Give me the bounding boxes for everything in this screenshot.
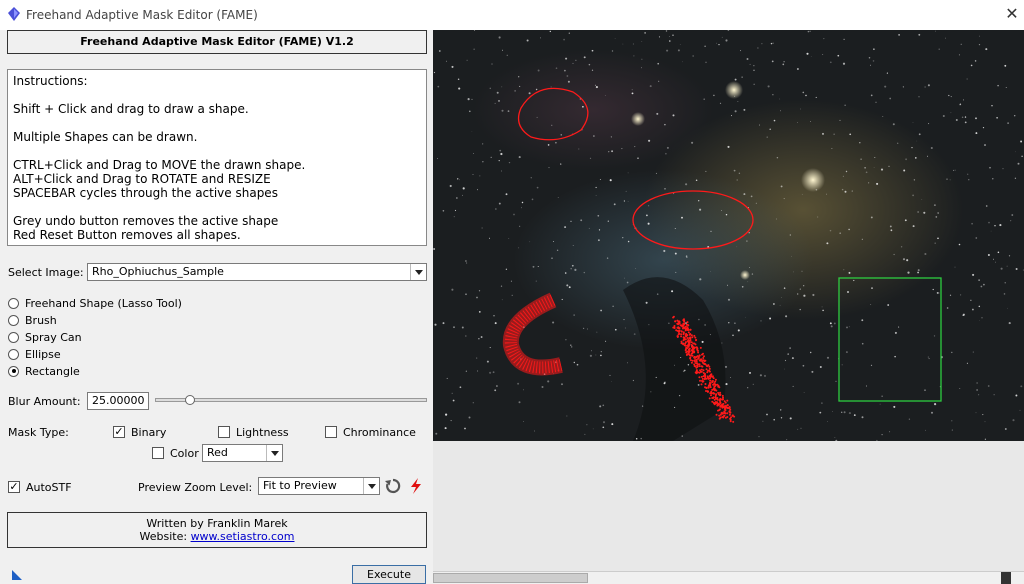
mask-chrominance-checkbox[interactable]: Chrominance bbox=[325, 425, 416, 439]
checkbox-label: AutoSTF bbox=[26, 480, 72, 494]
instructions-line: Grey undo button removes the active shap… bbox=[13, 214, 279, 228]
radio-button[interactable] bbox=[8, 297, 19, 309]
chevron-down-icon[interactable] bbox=[266, 445, 282, 461]
author-text: Written by Franklin Marek bbox=[146, 517, 288, 530]
zoom-level-label: Preview Zoom Level: bbox=[138, 481, 253, 494]
checkbox-label: Chrominance bbox=[343, 425, 416, 439]
bright-star bbox=[801, 168, 825, 192]
autostf-checkbox[interactable]: ✓ AutoSTF bbox=[8, 480, 72, 494]
resize-grip-icon[interactable] bbox=[12, 570, 22, 580]
panel-title: Freehand Adaptive Mask Editor (FAME) V1.… bbox=[7, 30, 427, 54]
blur-slider-track[interactable] bbox=[155, 398, 427, 402]
title-bar: Freehand Adaptive Mask Editor (FAME) ✕ bbox=[0, 0, 1024, 30]
undo-icon[interactable] bbox=[384, 477, 402, 495]
website-link[interactable]: www.setiastro.com bbox=[191, 530, 295, 543]
mask-color-dropdown[interactable]: Red bbox=[202, 444, 283, 462]
tool-ellipse[interactable]: Ellipse bbox=[8, 347, 61, 361]
select-image-value: Rho_Ophiuchus_Sample bbox=[92, 265, 224, 278]
instructions-line: Shift + Click and drag to draw a shape. bbox=[13, 102, 249, 116]
radio-button-selected[interactable] bbox=[8, 365, 19, 377]
blur-amount-label: Blur Amount: bbox=[8, 395, 81, 408]
mask-type-label: Mask Type: bbox=[8, 426, 69, 439]
window-title: Freehand Adaptive Mask Editor (FAME) bbox=[26, 8, 258, 22]
select-image-label: Select Image: bbox=[8, 266, 84, 279]
credits-box: Written by Franklin Marek Website: www.s… bbox=[7, 512, 427, 548]
website-line: Website: www.setiastro.com bbox=[8, 530, 426, 543]
instructions-line: Multiple Shapes can be drawn. bbox=[13, 130, 198, 144]
chevron-down-icon[interactable] bbox=[363, 478, 379, 494]
horizontal-scrollbar[interactable] bbox=[433, 571, 1024, 584]
tool-rectangle[interactable]: Rectangle bbox=[8, 364, 80, 378]
checkbox[interactable] bbox=[218, 426, 230, 438]
bright-star bbox=[740, 270, 750, 280]
tool-label: Ellipse bbox=[25, 347, 61, 361]
scrollbar-end-marker bbox=[1001, 572, 1011, 584]
preview-empty-area bbox=[433, 441, 1024, 571]
app-icon bbox=[8, 7, 20, 21]
radio-button[interactable] bbox=[8, 314, 19, 326]
radio-button[interactable] bbox=[8, 331, 19, 343]
chevron-down-icon[interactable] bbox=[410, 264, 426, 280]
reset-lightning-icon[interactable] bbox=[408, 477, 424, 495]
checkbox-checked[interactable]: ✓ bbox=[113, 426, 125, 438]
checkbox-checked[interactable]: ✓ bbox=[8, 481, 20, 493]
blur-amount-input[interactable]: 25.00000 bbox=[87, 392, 149, 410]
tool-label: Spray Can bbox=[25, 330, 82, 344]
blur-slider-thumb[interactable] bbox=[185, 395, 196, 405]
mask-lightness-checkbox[interactable]: Lightness bbox=[218, 425, 289, 439]
execute-button[interactable]: Execute bbox=[352, 565, 426, 584]
mask-color-value: Red bbox=[207, 446, 228, 459]
tool-brush[interactable]: Brush bbox=[8, 313, 57, 327]
tool-label: Freehand Shape (Lasso Tool) bbox=[25, 296, 182, 310]
close-icon[interactable]: ✕ bbox=[1002, 4, 1022, 24]
preview-canvas[interactable] bbox=[433, 30, 1024, 441]
website-label: Website: bbox=[139, 530, 188, 543]
mask-binary-checkbox[interactable]: ✓ Binary bbox=[113, 425, 166, 439]
instructions-line: ALT+Click and Drag to ROTATE and RESIZE bbox=[13, 172, 271, 186]
zoom-level-dropdown[interactable]: Fit to Preview bbox=[258, 477, 380, 495]
checkbox-label: Lightness bbox=[236, 425, 289, 439]
tool-spray-can[interactable]: Spray Can bbox=[8, 330, 82, 344]
radio-button[interactable] bbox=[8, 348, 19, 360]
zoom-level-value: Fit to Preview bbox=[263, 479, 337, 492]
tool-freehand[interactable]: Freehand Shape (Lasso Tool) bbox=[8, 296, 182, 310]
nebula-region bbox=[473, 50, 713, 170]
scrollbar-thumb[interactable] bbox=[433, 573, 588, 583]
tool-label: Brush bbox=[25, 313, 57, 327]
instructions-line: Red Reset Button removes all shapes. bbox=[13, 228, 241, 242]
checkbox-label: Color bbox=[170, 446, 199, 460]
instructions-line: SPACEBAR cycles through the active shape… bbox=[13, 186, 278, 200]
checkbox-label: Binary bbox=[131, 425, 167, 439]
tool-label: Rectangle bbox=[25, 364, 80, 378]
image-preview[interactable] bbox=[433, 30, 1024, 441]
mask-color-checkbox[interactable]: Color bbox=[152, 446, 199, 460]
select-image-dropdown[interactable]: Rho_Ophiuchus_Sample bbox=[87, 263, 427, 281]
instructions-box: Instructions: Shift + Click and drag to … bbox=[7, 69, 427, 246]
checkbox[interactable] bbox=[325, 426, 337, 438]
bright-star bbox=[631, 112, 645, 126]
instructions-line: Instructions: bbox=[13, 74, 88, 88]
instructions-line: CTRL+Click and Drag to MOVE the drawn sh… bbox=[13, 158, 306, 172]
checkbox[interactable] bbox=[152, 447, 164, 459]
bright-star bbox=[725, 81, 743, 99]
